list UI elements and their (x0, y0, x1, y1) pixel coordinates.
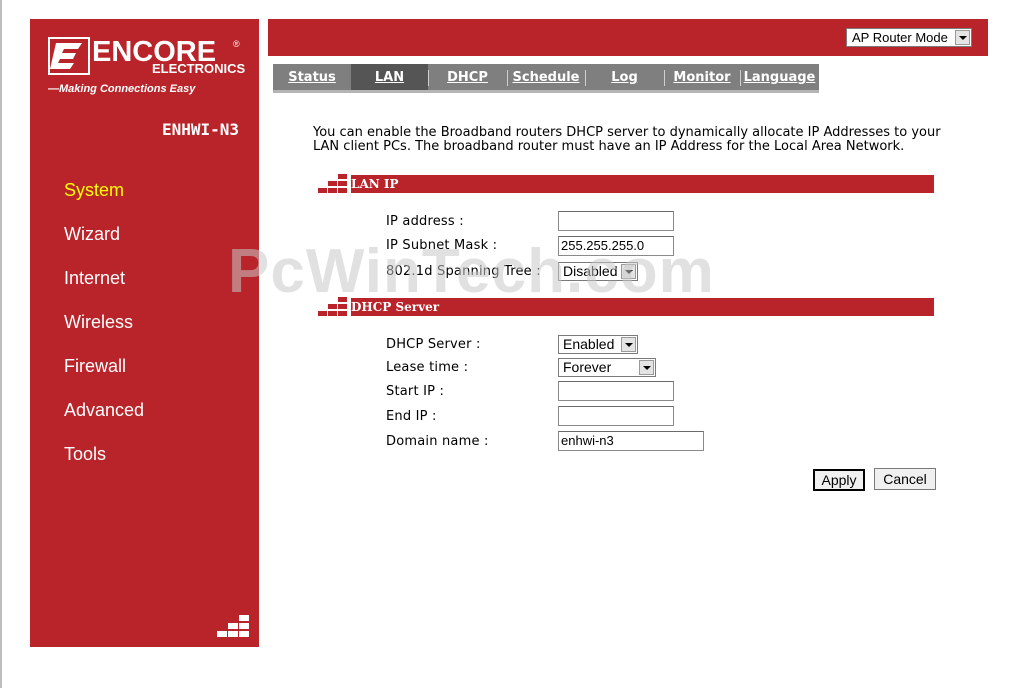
operation-mode-value: AP Router Mode (852, 30, 948, 45)
section-dhcp-server: DHCP Server (351, 298, 934, 316)
brand-tagline: —Making Connections Easy (48, 83, 196, 95)
intro-text: You can enable the Broadband routers DHC… (313, 125, 941, 154)
chevron-down-icon[interactable] (955, 30, 970, 45)
lease-time-value: Forever (563, 359, 612, 375)
menu-firewall[interactable]: Firewall (64, 356, 126, 377)
section-blocks-icon (318, 174, 347, 193)
brand-sub: ELECTRONICS (152, 61, 246, 76)
model-name: ENHWI-N3 (161, 120, 239, 139)
domain-name-label: Domain name : (386, 434, 489, 449)
spanning-tree-value: Disabled (563, 263, 618, 279)
lease-time-select[interactable]: Forever (558, 358, 656, 377)
domain-name-field[interactable]: enhwi-n3 (558, 431, 704, 451)
spanning-tree-select[interactable]: Disabled (558, 262, 638, 281)
chevron-down-icon[interactable] (639, 360, 654, 375)
section-blocks-icon (318, 297, 347, 316)
tab-monitor[interactable]: Monitor (664, 64, 740, 92)
end-ip-field[interactable] (558, 406, 674, 426)
tab-dhcp[interactable]: DHCP (428, 64, 507, 92)
tab-underline (273, 90, 819, 93)
encore-logo: ENCORE ® ELECTRONICS —Making Connections… (48, 36, 254, 97)
spanning-tree-label: 802.1d Spanning Tree : (386, 264, 541, 279)
encore-logo-mark-icon (48, 37, 90, 75)
grid-blocks-icon (217, 615, 249, 637)
lease-time-label: Lease time : (386, 360, 469, 375)
subnet-mask-label: IP Subnet Mask : (386, 238, 498, 253)
tab-language[interactable]: Language (740, 64, 819, 92)
dhcp-server-select[interactable]: Enabled (558, 335, 638, 354)
ip-address-field[interactable] (558, 211, 674, 231)
tab-status[interactable]: Status (273, 64, 351, 92)
cancel-button[interactable]: Cancel (874, 468, 936, 490)
subnet-mask-field[interactable]: 255.255.255.0 (558, 236, 674, 256)
window-left-border (0, 0, 2, 688)
operation-mode-select[interactable]: AP Router Mode (846, 28, 972, 47)
start-ip-field[interactable] (558, 381, 674, 401)
registered-mark: ® (233, 39, 240, 49)
chevron-down-icon[interactable] (621, 337, 636, 352)
menu-wizard[interactable]: Wizard (64, 224, 120, 245)
tab-log[interactable]: Log (585, 64, 664, 92)
menu-system[interactable]: System (64, 180, 124, 201)
tab-lan[interactable]: LAN (351, 64, 428, 92)
dhcp-server-label: DHCP Server : (386, 337, 481, 352)
chevron-down-icon[interactable] (621, 264, 636, 279)
tab-schedule[interactable]: Schedule (507, 64, 585, 92)
menu-tools[interactable]: Tools (64, 444, 106, 465)
section-lan-ip: LAN IP (351, 175, 934, 193)
sidebar: ENCORE ® ELECTRONICS —Making Connections… (30, 19, 259, 647)
menu-internet[interactable]: Internet (64, 268, 125, 289)
dhcp-server-value: Enabled (563, 336, 615, 352)
top-header-bar: AP Router Mode (268, 19, 988, 56)
tab-bar: Status LAN DHCP Schedule Log Monitor Lan… (273, 64, 819, 92)
start-ip-label: Start IP : (386, 384, 445, 399)
menu-wireless[interactable]: Wireless (64, 312, 133, 333)
apply-button[interactable]: Apply (813, 469, 865, 491)
menu-advanced[interactable]: Advanced (64, 400, 144, 421)
end-ip-label: End IP : (386, 409, 437, 424)
ip-address-label: IP address : (386, 214, 464, 229)
